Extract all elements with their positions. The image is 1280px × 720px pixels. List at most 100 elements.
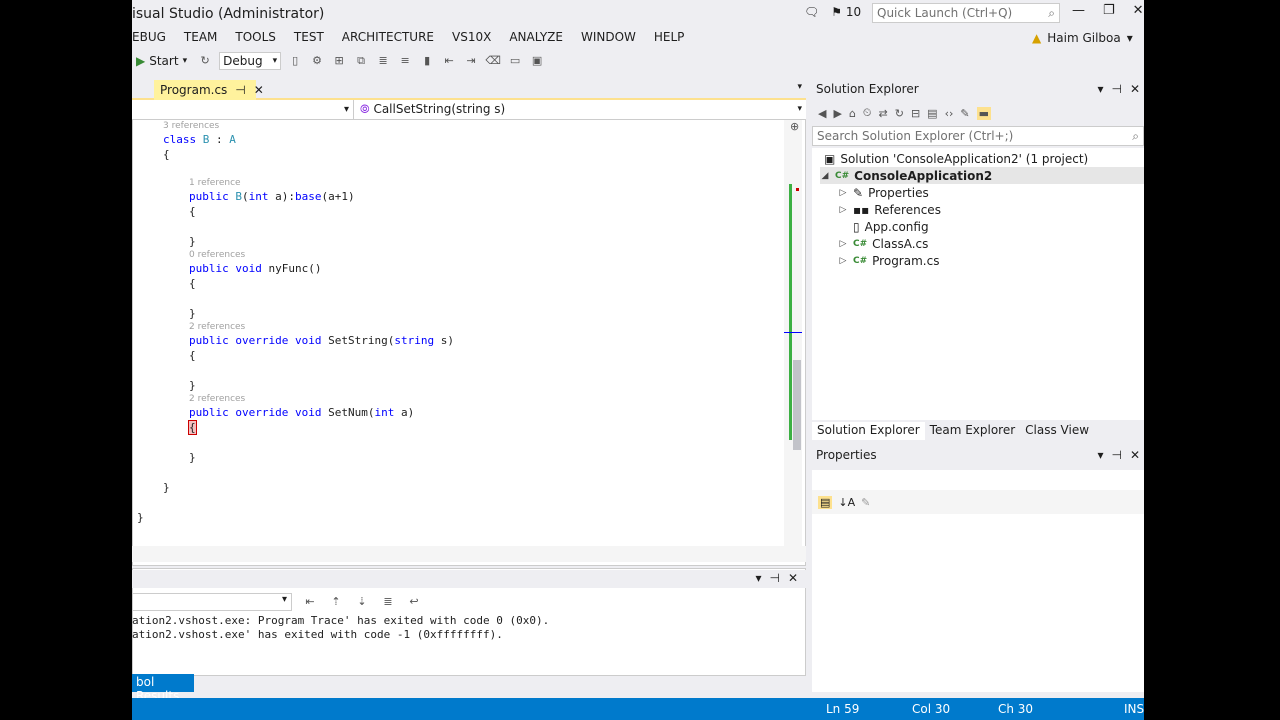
tab-solution-explorer[interactable]: Solution Explorer [812,422,925,440]
user-name: Haim Gilboa [1047,31,1121,45]
split-icon[interactable]: ⊕ [790,120,799,133]
codelens-references[interactable]: 1 reference [189,178,241,188]
close-icon[interactable]: ✕ [788,571,798,585]
next-bookmark-icon[interactable]: ⇥ [463,53,479,69]
chevron-down-icon[interactable]: ▾ [1097,82,1103,100]
tree-item-properties[interactable]: ▷ ✎ Properties [838,184,929,201]
prev-bookmark-icon[interactable]: ⇤ [441,53,457,69]
chevron-down-icon[interactable]: ▾ [1097,448,1103,466]
start-debugging-button[interactable]: ▶ Start ▾ [132,54,191,68]
tab-team-explorer[interactable]: Team Explorer [925,422,1021,440]
forward-icon[interactable]: ▶ [833,107,841,120]
collapsed-icon[interactable]: ▷ [838,188,848,198]
next-message-icon[interactable]: ⇣ [354,594,370,610]
copy-structure-icon[interactable]: ⧉ [353,53,369,69]
home-icon[interactable]: ⌂ [849,107,856,120]
property-pages-icon[interactable]: ✎ [861,496,870,509]
codelens-references[interactable]: 2 references [189,394,245,404]
menu-tools[interactable]: TOOLS [226,28,285,48]
member-dropdown[interactable]: ⦾ CallSetString(string s) ▾ [354,100,806,119]
window-icon[interactable]: ▣ [529,53,545,69]
standard-toolbar: ▶ Start ▾ ↻ Debug ▾ ▯ ⚙ ⊞ ⧉ ≣ ≡ ▮ ⇤ ⇥ ⌫ … [132,50,812,72]
tree-item-app-config[interactable]: ▯ App.config [838,218,929,235]
solution-explorer-header: Solution Explorer ▾ ⊣ ✕ [812,82,1144,100]
clear-all-icon[interactable]: ≣ [380,594,396,610]
tree-item-classa[interactable]: ▷ C# ClassA.cs [838,235,929,252]
pin-icon[interactable]: ⊣ [1111,82,1121,100]
solution-explorer-search[interactable]: Search Solution Explorer (Ctrl+;) ⌕ [812,126,1144,146]
go-to-line-icon[interactable]: ⇤ [302,594,318,610]
comment-icon[interactable]: ≡ [397,53,413,69]
solution-configuration-select[interactable]: Debug ▾ [219,52,282,70]
bookmark-icon[interactable]: ▮ [419,53,435,69]
class-diagram-icon[interactable]: ⚙ [309,53,325,69]
menu-debug[interactable]: EBUG [132,28,175,48]
collapsed-icon[interactable]: ▷ [838,205,848,215]
tab-symbol-results[interactable]: bol Results [132,674,194,703]
close-icon[interactable]: ✕ [254,83,264,97]
close-icon[interactable]: ✕ [1130,82,1140,100]
back-icon[interactable]: ◀ [818,107,826,120]
history-icon[interactable]: ⏲ [863,106,872,120]
tree-item-label: Program.cs [872,253,940,268]
pin-icon[interactable]: ⊣ [769,571,779,585]
menu-team[interactable]: TEAM [175,28,226,48]
refresh-icon[interactable]: ↻ [895,107,904,120]
editor-vertical-scrollbar[interactable]: ⊕ [784,120,802,546]
tree-item-label: ConsoleApplication2 [854,168,993,183]
previous-message-icon[interactable]: ⇡ [328,594,344,610]
tree-item-solution[interactable]: ▣ Solution 'ConsoleApplication2' (1 proj… [824,150,1088,167]
tree-item-project[interactable]: ◢ C# ConsoleApplication2 [820,167,1144,184]
preview-icon[interactable]: ▬ [976,106,992,120]
codelens-references[interactable]: 3 references [163,121,219,131]
menu-vs10x[interactable]: VS10X [443,28,500,48]
menu-architecture[interactable]: ARCHITECTURE [333,28,443,48]
feedback-icon[interactable]: 🗨 [804,5,819,19]
chevron-down-icon[interactable]: ▾ [797,82,802,92]
menu-help[interactable]: HELP [645,28,694,48]
menu-analyze[interactable]: ANALYZE [500,28,572,48]
close-button[interactable]: ✕ [1133,3,1144,18]
menu-test[interactable]: TEST [285,28,333,48]
pin-icon[interactable]: ⊣ [1111,448,1121,466]
tree-item-program[interactable]: ▷ C# Program.cs [838,252,940,269]
properties-icon[interactable]: ✎ [960,107,969,120]
collapsed-icon[interactable]: ▷ [838,239,848,249]
tab-class-view[interactable]: Class View [1020,422,1094,440]
codelens-references[interactable]: 2 references [189,322,245,332]
indent-icon[interactable]: ≣ [375,53,391,69]
minimize-button[interactable]: — [1072,3,1085,18]
clear-bookmarks-icon[interactable]: ⌫ [485,53,501,69]
configuration-value: Debug [223,54,263,68]
chevron-down-icon[interactable]: ▾ [755,571,761,585]
tree-item-references[interactable]: ▷ ▪▪ References [838,201,941,218]
type-dropdown[interactable]: ▾ [132,100,354,119]
view-code-icon[interactable]: ‹› [945,107,954,120]
sync-icon[interactable]: ⇄ [879,107,888,120]
layout-icon[interactable]: ▭ [507,53,523,69]
collapse-all-icon[interactable]: ⊟ [911,107,920,120]
close-icon[interactable]: ✕ [1130,448,1140,466]
output-text[interactable]: ation2.vshost.exe: Program Trace' has ex… [132,614,792,654]
show-all-files-icon[interactable]: ▤ [927,107,937,120]
refresh-icon[interactable]: ↻ [197,53,213,69]
pin-icon[interactable]: ⊣ [235,83,245,97]
output-source-select[interactable]: ▾ [132,593,292,611]
notifications-button[interactable]: ⚑ 10 [831,5,861,19]
user-account[interactable]: ▲ Haim Gilboa ▾ [1032,31,1133,45]
scroll-thumb[interactable] [793,360,801,450]
expanded-icon[interactable]: ◢ [820,171,830,181]
quick-launch-input[interactable]: Quick Launch (Ctrl+Q) ⌕ [872,3,1060,23]
code-line: { [163,148,170,161]
alphabetical-icon[interactable]: ↓A [838,496,855,509]
tab-program-cs[interactable]: Program.cs ⊣ ✕ [154,80,264,100]
maximize-button[interactable]: ❐ [1103,3,1115,18]
hierarchy-icon[interactable]: ⊞ [331,53,347,69]
collapsed-icon[interactable]: ▷ [838,256,848,266]
categorized-icon[interactable]: ▤ [818,495,833,509]
codelens-references[interactable]: 0 references [189,250,245,260]
find-icon[interactable]: ▯ [287,53,303,69]
word-wrap-icon[interactable]: ↩ [406,594,422,610]
menu-window[interactable]: WINDOW [572,28,645,48]
editor-horizontal-scrollbar[interactable] [132,546,806,562]
